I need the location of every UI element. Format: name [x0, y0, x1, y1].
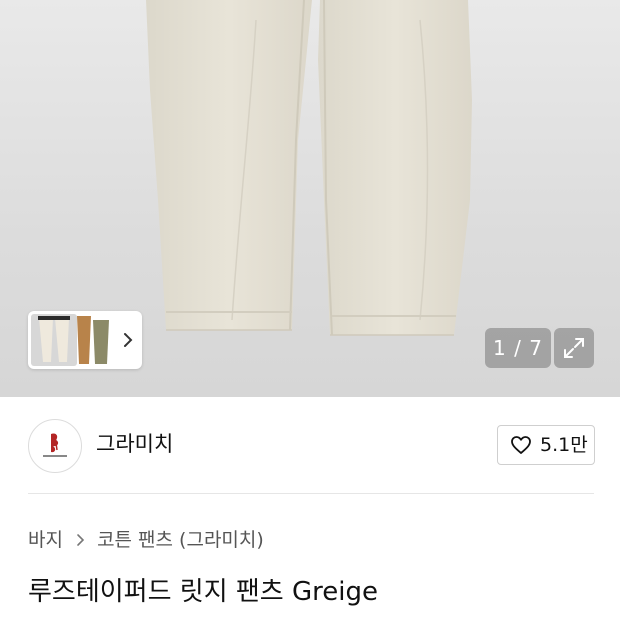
expand-button[interactable] — [554, 328, 594, 368]
brand-name[interactable]: 그라미치 — [96, 431, 173, 457]
chevron-right-icon[interactable] — [120, 330, 136, 350]
image-counter: 1 / 7 — [485, 328, 551, 368]
chevron-right-icon — [69, 527, 91, 553]
brand-row: 그라미치 5.1만 — [0, 397, 620, 494]
expand-icon — [564, 338, 584, 358]
divider — [28, 493, 594, 494]
heart-icon — [511, 436, 531, 454]
product-title: 루즈테이퍼드 릿지 팬츠 Greige — [28, 577, 378, 607]
brand-logo-icon — [30, 421, 80, 471]
product-image-gallery[interactable]: 1 / 7 — [0, 0, 620, 397]
like-button[interactable]: 5.1만 — [497, 425, 595, 465]
breadcrumb-item-subcategory[interactable]: 코튼 팬츠 (그라미치) — [97, 529, 264, 551]
breadcrumb-item-category[interactable]: 바지 — [28, 529, 63, 551]
like-count: 5.1만 — [540, 434, 588, 456]
color-thumbnails-image[interactable] — [31, 314, 115, 366]
breadcrumb: 바지 코튼 팬츠 (그라미치) — [28, 527, 264, 553]
brand-logo[interactable] — [28, 419, 82, 473]
